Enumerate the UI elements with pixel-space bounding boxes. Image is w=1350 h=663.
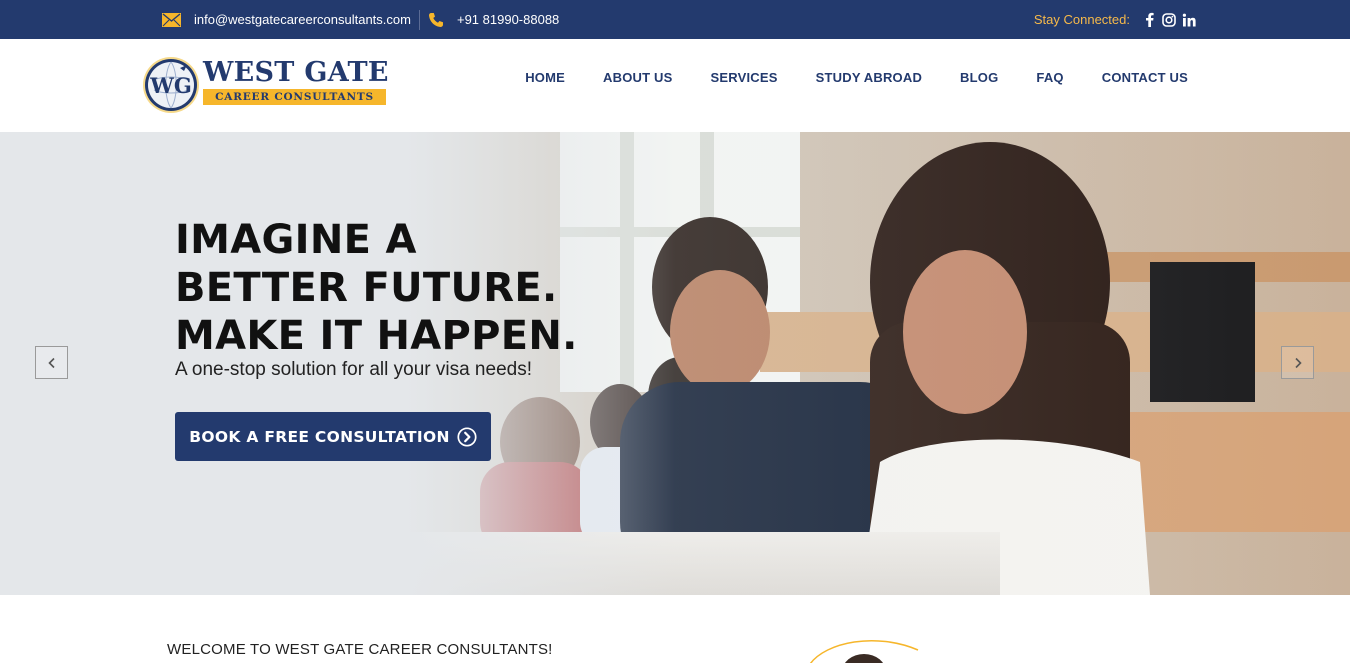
welcome-image-frame — [809, 639, 919, 663]
phone-icon — [428, 12, 443, 27]
facebook-icon[interactable] — [1140, 11, 1158, 29]
hero-subtitle: A one-stop solution for all your visa ne… — [175, 359, 532, 380]
hero-title-line-2: BETTER FUTURE. — [175, 265, 558, 311]
nav-contact-us[interactable]: CONTACT US — [1102, 70, 1188, 85]
hero-title-line-1: IMAGINE A — [175, 217, 417, 263]
social-links: Stay Connected: — [1034, 0, 1198, 39]
brand-name: WEST GATE — [203, 57, 389, 88]
hero-title: IMAGINE A BETTER FUTURE. MAKE IT HAPPEN. — [175, 216, 578, 360]
nav-study-abroad[interactable]: STUDY ABROAD — [816, 70, 922, 85]
email-text: info@westgatecareerconsultants.com — [194, 12, 411, 27]
chevron-right-icon — [1294, 357, 1302, 368]
nav-home[interactable]: HOME — [525, 70, 565, 85]
book-consultation-button[interactable]: BOOK A FREE CONSULTATION — [175, 412, 491, 461]
email-link[interactable]: info@westgatecareerconsultants.com — [162, 12, 411, 27]
divider — [418, 9, 420, 30]
chevron-left-icon — [47, 357, 55, 368]
slider-next-button[interactable] — [1281, 346, 1314, 379]
nav-about-us[interactable]: ABOUT US — [603, 70, 673, 85]
logo-monogram: WG — [149, 73, 192, 98]
logo-emblem: WG — [143, 57, 199, 113]
arrow-circle-right-icon — [457, 426, 477, 447]
mail-icon — [162, 12, 181, 27]
phone-text: +91 81990-88088 — [456, 12, 560, 27]
brand-tagline: CAREER CONSULTANTS — [203, 89, 386, 105]
phone-link[interactable]: +91 81990-88088 — [428, 12, 559, 28]
site-header: WG WEST GATE CAREER CONSULTANTS HOME ABO… — [0, 39, 1350, 132]
slider-prev-button[interactable] — [35, 346, 68, 379]
stay-connected-label: Stay Connected: — [1033, 12, 1130, 27]
welcome-heading: WELCOME TO WEST GATE CAREER CONSULTANTS! — [167, 641, 553, 658]
hero-title-line-3: MAKE IT HAPPEN. — [175, 313, 578, 359]
main-nav: HOME ABOUT US SERVICES STUDY ABROAD BLOG… — [487, 39, 1188, 116]
instagram-icon[interactable] — [1160, 11, 1178, 29]
top-bar: info@westgatecareerconsultants.com +91 8… — [0, 0, 1350, 39]
cta-label: BOOK A FREE CONSULTATION — [189, 427, 450, 446]
hero-slider: IMAGINE A BETTER FUTURE. MAKE IT HAPPEN.… — [0, 132, 1350, 595]
nav-blog[interactable]: BLOG — [960, 70, 998, 85]
site-logo[interactable]: WG WEST GATE CAREER CONSULTANTS — [142, 56, 388, 114]
nav-faq[interactable]: FAQ — [1036, 70, 1063, 85]
nav-services[interactable]: SERVICES — [711, 70, 778, 85]
linkedin-icon[interactable] — [1180, 11, 1198, 29]
contact-info: info@westgatecareerconsultants.com +91 8… — [162, 0, 559, 39]
